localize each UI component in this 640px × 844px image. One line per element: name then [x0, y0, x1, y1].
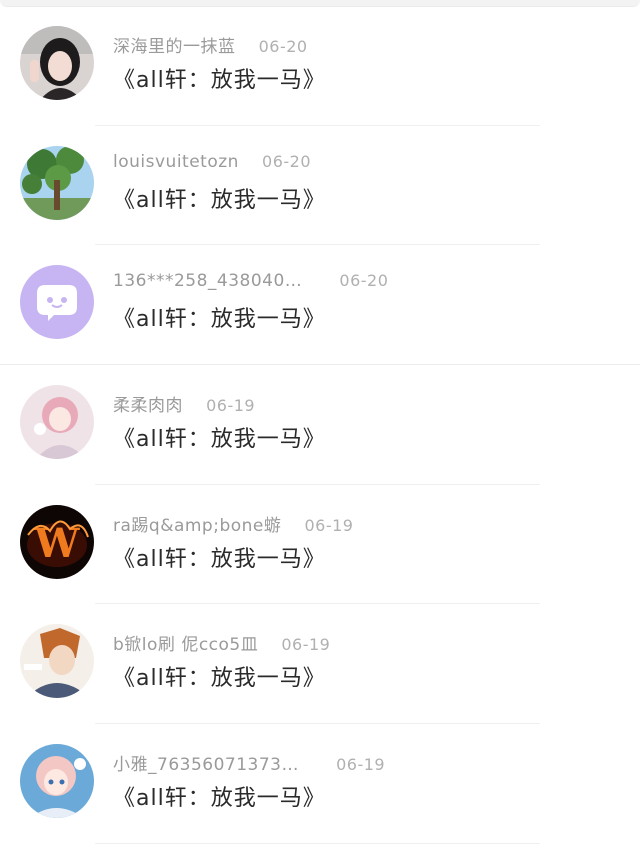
date: 06-19	[281, 635, 331, 655]
date: 06-19	[304, 515, 354, 535]
date: 06-20	[262, 151, 312, 171]
avatar[interactable]	[20, 145, 94, 220]
list-item[interactable]: 柔柔肉肉 06-19 《all轩：放我一马》	[0, 365, 640, 485]
avatar[interactable]: W	[20, 504, 94, 579]
avatar[interactable]	[20, 385, 94, 460]
username[interactable]: 小雅_76356071373…	[113, 755, 299, 775]
username[interactable]: louisvuitetozn	[113, 152, 239, 172]
comment-list: 深海里的一抹蓝 06-20 《all轩：放我一马》 louisvuitetozn…	[0, 6, 640, 844]
item-meta: louisvuitetozn 06-20	[113, 152, 311, 172]
username[interactable]: ra踢q&amp;bone蝣	[113, 516, 281, 536]
item-meta: b锨lo刷 伲cco5皿 06-19	[113, 630, 330, 655]
item-meta: 深海里的一抹蓝 06-20	[113, 32, 308, 57]
item-meta: 柔柔肉肉 06-19	[113, 391, 255, 416]
comment-title[interactable]: 《all轩：放我一马》	[113, 301, 326, 333]
list-item[interactable]: 深海里的一抹蓝 06-20 《all轩：放我一马》	[0, 6, 640, 126]
avatar-anime-boy-icon	[20, 624, 94, 699]
item-meta: ra踢q&amp;bone蝣 06-19	[113, 511, 353, 536]
avatar[interactable]	[20, 744, 94, 819]
avatar-default-chat-icon	[20, 265, 94, 340]
username[interactable]: b锨lo刷 伲cco5皿	[113, 635, 258, 655]
list-item[interactable]: louisvuitetozn 06-20 《all轩：放我一马》	[0, 126, 640, 246]
date: 06-19	[206, 396, 256, 416]
comment-title[interactable]: 《all轩：放我一马》	[113, 421, 326, 453]
list-item[interactable]: W ra踢q&amp;bone蝣 06-19 《all轩：放我一马》	[0, 485, 640, 605]
comment-title[interactable]: 《all轩：放我一马》	[113, 62, 326, 94]
avatar-tree-icon	[20, 145, 94, 220]
comment-title[interactable]: 《all轩：放我一马》	[113, 780, 326, 812]
avatar[interactable]	[20, 265, 94, 340]
avatar-fire-w-icon: W	[20, 504, 94, 579]
avatar[interactable]	[20, 624, 94, 699]
username[interactable]: 柔柔肉肉	[113, 396, 183, 416]
date: 06-20	[258, 37, 308, 56]
avatar-anime-blue-icon	[20, 744, 94, 819]
date: 06-19	[336, 755, 386, 775]
list-item[interactable]: 136***258_438040… 06-20 《all轩：放我一马》	[0, 245, 640, 366]
username[interactable]: 深海里的一抹蓝	[113, 37, 236, 57]
comment-title[interactable]: 《all轩：放我一马》	[113, 182, 326, 214]
list-item[interactable]: b锨lo刷 伲cco5皿 06-19 《all轩：放我一马》	[0, 604, 640, 725]
comment-title[interactable]: 《all轩：放我一马》	[113, 660, 326, 692]
date: 06-20	[339, 271, 389, 291]
avatar-anime-girl-icon	[20, 385, 94, 460]
avatar-girl-photo-icon	[20, 26, 94, 100]
avatar[interactable]	[20, 26, 94, 100]
username[interactable]: 136***258_438040…	[113, 271, 302, 291]
comment-title[interactable]: 《all轩：放我一马》	[113, 541, 326, 573]
item-meta: 小雅_76356071373… 06-19	[113, 750, 385, 775]
item-meta: 136***258_438040… 06-20	[113, 271, 388, 291]
list-item[interactable]: 小雅_76356071373… 06-19 《all轩：放我一马》	[0, 724, 640, 844]
